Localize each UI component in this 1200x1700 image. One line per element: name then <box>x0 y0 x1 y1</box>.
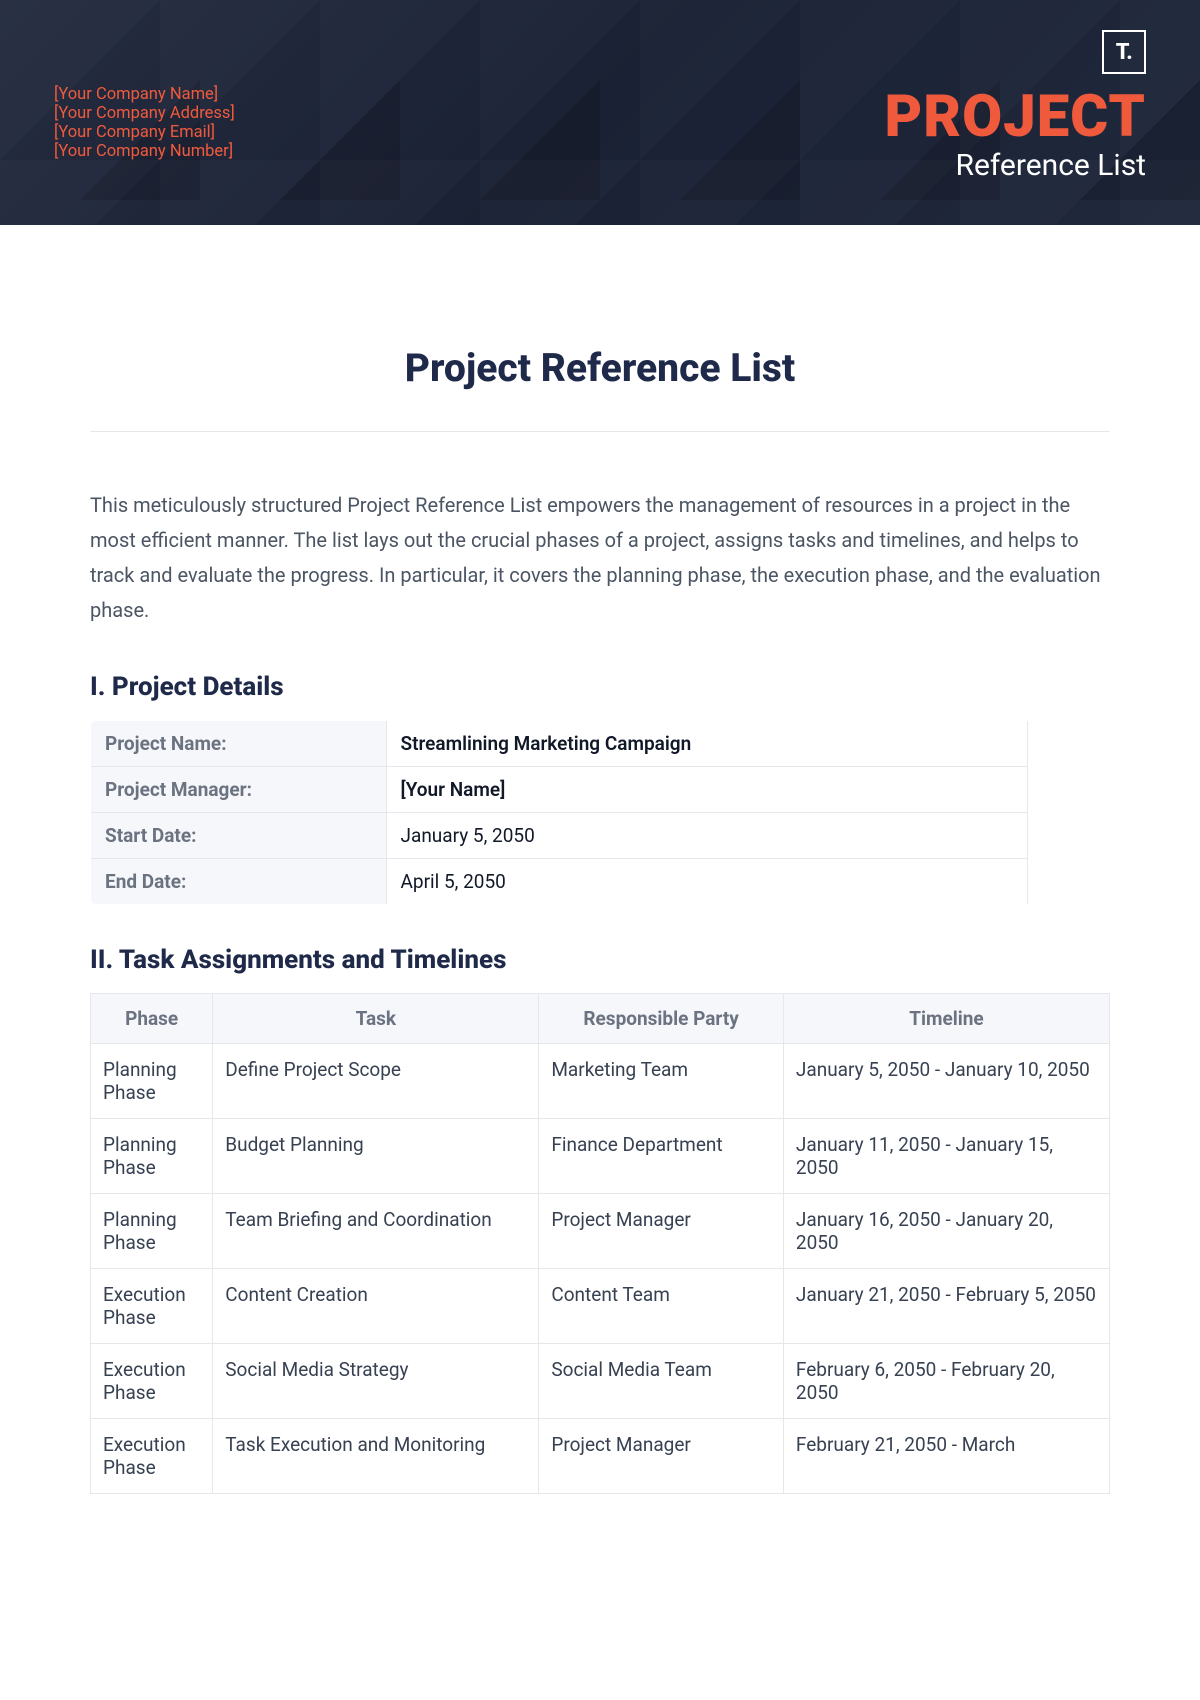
header-title: PROJECT <box>884 88 1146 146</box>
cell-task: Team Briefing and Coordination <box>213 1194 539 1269</box>
table-row: Planning PhaseTeam Briefing and Coordina… <box>91 1194 1110 1269</box>
table-row: Planning PhaseDefine Project ScopeMarket… <box>91 1044 1110 1119</box>
table-row: Start Date: January 5, 2050 <box>91 813 1110 859</box>
table-row: Execution PhaseTask Execution and Monito… <box>91 1419 1110 1494</box>
details-label: Start Date: <box>91 813 387 859</box>
intro-paragraph: This meticulously structured Project Ref… <box>90 488 1110 628</box>
cell-task: Define Project Scope <box>213 1044 539 1119</box>
cell-task: Task Execution and Monitoring <box>213 1419 539 1494</box>
column-header-party: Responsible Party <box>539 994 784 1044</box>
table-row: End Date: April 5, 2050 <box>91 859 1110 905</box>
document-body: Project Reference List This meticulously… <box>0 225 1200 1534</box>
table-header-row: Phase Task Responsible Party Timeline <box>91 994 1110 1044</box>
details-value: April 5, 2050 <box>386 859 1028 905</box>
cell-timeline: January 11, 2050 - January 15, 2050 <box>783 1119 1109 1194</box>
details-label: End Date: <box>91 859 387 905</box>
project-details-table: Project Name: Streamlining Marketing Cam… <box>90 720 1110 905</box>
cell-phase: Planning Phase <box>91 1119 213 1194</box>
table-row: Planning PhaseBudget PlanningFinance Dep… <box>91 1119 1110 1194</box>
cell-party: Project Manager <box>539 1419 784 1494</box>
logo-icon: T. <box>1102 30 1146 74</box>
cell-party: Content Team <box>539 1269 784 1344</box>
cell-timeline: January 16, 2050 - January 20, 2050 <box>783 1194 1109 1269</box>
cell-task: Social Media Strategy <box>213 1344 539 1419</box>
cell-timeline: January 5, 2050 - January 10, 2050 <box>783 1044 1109 1119</box>
cell-phase: Execution Phase <box>91 1269 213 1344</box>
logo-text: T. <box>1116 40 1133 65</box>
table-row: Project Manager: [Your Name] <box>91 767 1110 813</box>
table-row: Execution PhaseContent CreationContent T… <box>91 1269 1110 1344</box>
page-title: Project Reference List <box>90 345 1110 391</box>
cell-party: Project Manager <box>539 1194 784 1269</box>
cell-phase: Planning Phase <box>91 1194 213 1269</box>
header-title-block: PROJECT Reference List <box>884 88 1146 183</box>
section-heading-task-assignments: II. Task Assignments and Timelines <box>90 945 1110 975</box>
document-header: [Your Company Name] [Your Company Addres… <box>0 0 1200 225</box>
task-assignments-table: Phase Task Responsible Party Timeline Pl… <box>90 993 1110 1494</box>
details-gap-cell <box>1028 721 1110 905</box>
cell-timeline: February 21, 2050 - March <box>783 1419 1109 1494</box>
details-label: Project Manager: <box>91 767 387 813</box>
cell-party: Social Media Team <box>539 1344 784 1419</box>
column-header-timeline: Timeline <box>783 994 1109 1044</box>
cell-timeline: January 21, 2050 - February 5, 2050 <box>783 1269 1109 1344</box>
column-header-task: Task <box>213 994 539 1044</box>
details-label: Project Name: <box>91 721 387 767</box>
cell-timeline: February 6, 2050 - February 20, 2050 <box>783 1344 1109 1419</box>
cell-task: Content Creation <box>213 1269 539 1344</box>
cell-party: Finance Department <box>539 1119 784 1194</box>
cell-phase: Execution Phase <box>91 1419 213 1494</box>
details-value: Streamlining Marketing Campaign <box>386 721 1028 767</box>
cell-task: Budget Planning <box>213 1119 539 1194</box>
title-divider <box>90 431 1110 432</box>
table-row: Execution PhaseSocial Media StrategySoci… <box>91 1344 1110 1419</box>
section-heading-project-details: I. Project Details <box>90 672 1110 702</box>
details-value: [Your Name] <box>386 767 1028 813</box>
header-subtitle: Reference List <box>884 148 1146 183</box>
column-header-phase: Phase <box>91 994 213 1044</box>
details-value: January 5, 2050 <box>386 813 1028 859</box>
table-row: Project Name: Streamlining Marketing Cam… <box>91 721 1110 767</box>
cell-phase: Execution Phase <box>91 1344 213 1419</box>
cell-phase: Planning Phase <box>91 1044 213 1119</box>
cell-party: Marketing Team <box>539 1044 784 1119</box>
